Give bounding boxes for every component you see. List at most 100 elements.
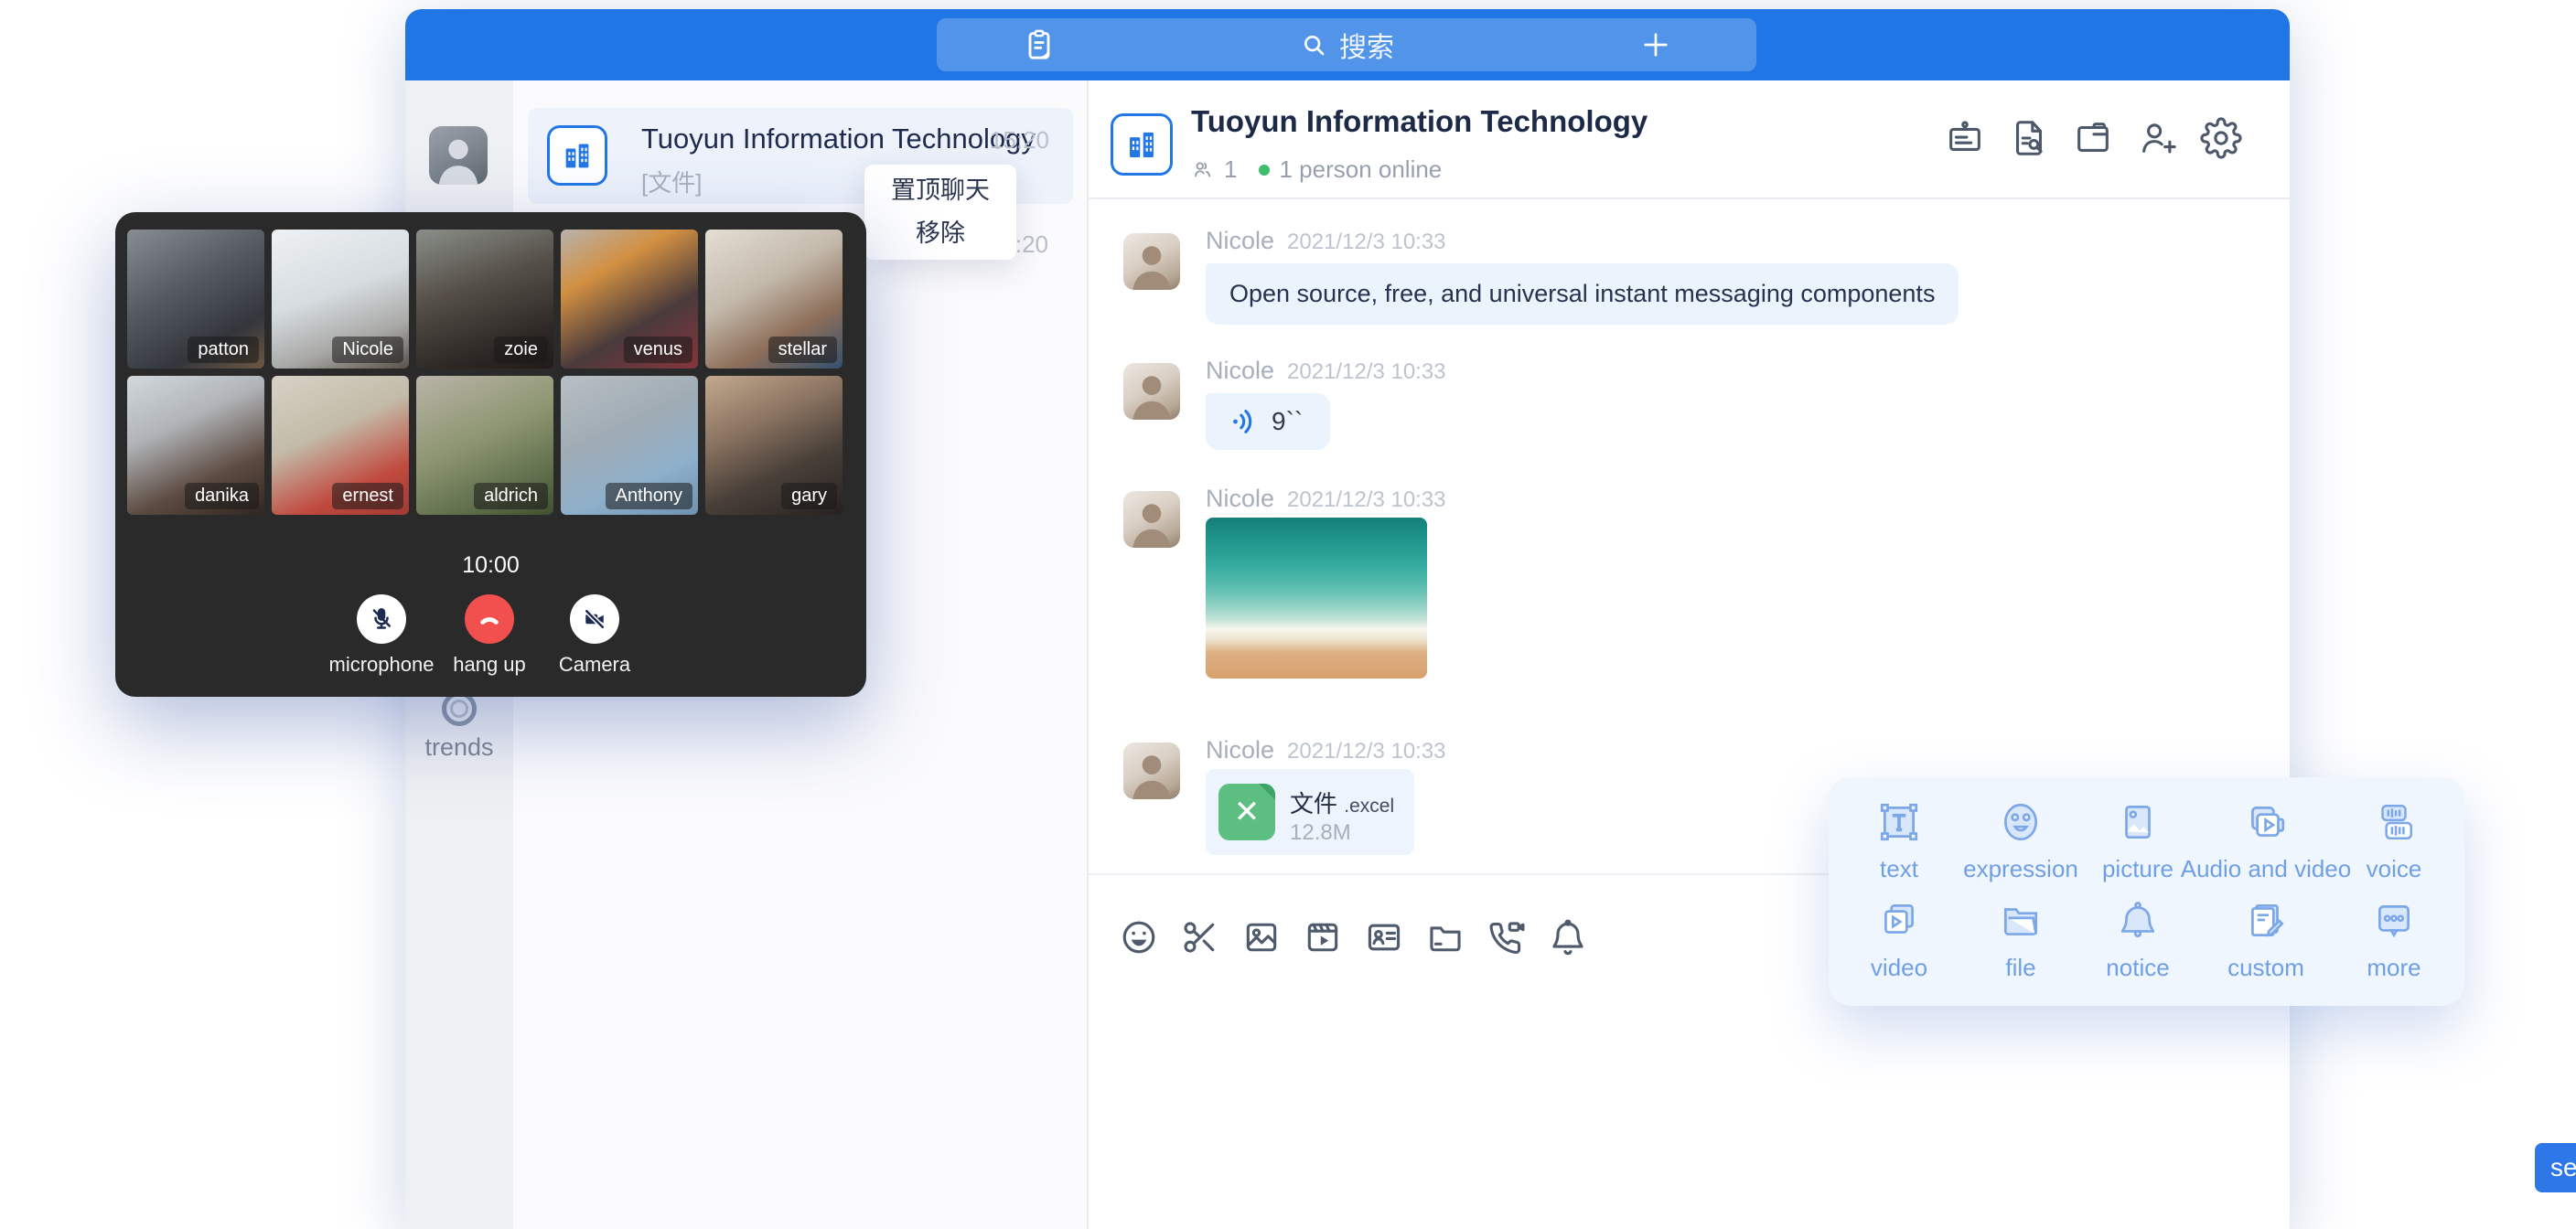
top-bar: 搜索 [405,9,2290,80]
message-time: 2021/12/3 10:33 [1287,359,1446,385]
sender-name: Nicole [1206,485,1274,513]
conversation-title: Tuoyun Information Technology [641,123,1036,155]
conversation-time: 15:20 [990,126,1049,155]
message-type-panel: text expression picture Audio and video [1829,777,2464,1006]
group-file-icon[interactable] [2072,117,2114,159]
folder-icon[interactable] [1425,917,1465,957]
chat-subtitle: 1 1 person online [1191,155,1442,184]
participant-tile: Anthony [561,376,698,515]
message-time: 2021/12/3 10:33 [1287,739,1446,764]
participant-name: ernest [332,483,403,509]
mic-off-icon [368,605,395,633]
participant-name: Anthony [606,483,692,509]
participant-tile: Nicole [272,230,409,369]
search-placeholder: 搜索 [1339,25,1394,65]
participant-name: stellar [768,337,837,363]
file-extension: .excel [1344,796,1394,817]
file-message[interactable]: ✕ 文件 .excel 12.8M [1206,769,1414,855]
message-header: Nicole 2021/12/3 10:33 [1206,736,1446,764]
call-timer: 10:00 [115,552,866,579]
panel-item-more[interactable]: more [2289,898,2499,982]
search-icon [1299,30,1328,59]
picture-icon [2115,799,2161,845]
sender-name: Nicole [1206,227,1274,255]
add-member-icon[interactable] [2136,117,2178,159]
participant-name: aldrich [474,483,548,509]
camera-label: Camera [512,653,677,677]
settings-icon[interactable] [2200,117,2242,159]
participant-tile: venus [561,230,698,369]
sender-name: Nicole [1206,357,1274,385]
file-size: 12.8M [1290,820,1351,846]
participant-tile: gary [705,376,843,515]
voice-play-icon [1228,406,1259,437]
voice-message[interactable]: 9`` [1206,393,1330,450]
members-icon [1191,158,1215,182]
sidebar-item-trends[interactable]: trends [405,691,513,762]
excel-file-icon: ✕ [1218,784,1275,840]
panel-item-voice[interactable]: voice [2289,799,2499,883]
group-avatar [547,125,607,186]
chat-panel: Tuoyun Information Technology 1 1 person… [1089,80,2290,1229]
online-text: 1 person online [1279,155,1442,184]
message-time: 2021/12/3 10:33 [1287,487,1446,513]
emoji-icon[interactable] [1119,917,1159,957]
menu-item-remove[interactable]: 移除 [864,212,1016,255]
sender-avatar[interactable] [1123,491,1180,548]
online-dot [1259,165,1270,176]
participant-grid: patton Nicole zoie venus stellar danika … [127,230,843,515]
chat-history-icon[interactable] [2008,117,2050,159]
menu-item-pin[interactable]: 置顶聊天 [864,169,1016,212]
sender-avatar[interactable] [1123,363,1180,420]
text-message[interactable]: Open source, free, and universal instant… [1206,263,1959,325]
contact-card-icon[interactable] [1364,917,1404,957]
input-toolbar [1119,917,1588,957]
microphone-button[interactable] [357,594,406,644]
camera-button[interactable] [570,594,619,644]
voice-duration: 9`` [1272,407,1303,436]
participant-name: zoie [494,337,548,363]
participant-tile: ernest [272,376,409,515]
send-button[interactable]: sending [2535,1143,2576,1192]
hang-up-button[interactable] [465,594,514,644]
participant-name: Nicole [332,337,403,363]
file-name: 文件 [1290,790,1337,818]
trends-label: trends [405,733,513,762]
add-icon[interactable] [1639,28,1672,61]
screenshot-icon[interactable] [1180,917,1220,957]
image-icon[interactable] [1241,917,1282,957]
participant-tile: stellar [705,230,843,369]
chat-title: Tuoyun Information Technology [1191,104,1648,139]
video-icon[interactable] [1303,917,1343,957]
more-icon [2371,898,2417,944]
sender-name: Nicole [1206,736,1274,764]
sender-avatar[interactable] [1123,743,1180,799]
notification-icon[interactable] [1548,917,1588,957]
member-count: 1 [1224,155,1237,184]
message-time: 2021/12/3 10:33 [1287,230,1446,255]
group-notice-icon[interactable] [1944,117,1986,159]
participant-tile: aldrich [416,376,553,515]
my-avatar[interactable] [429,126,488,185]
participant-name: gary [781,483,837,509]
building-icon [559,137,596,174]
chat-header-avatar [1111,113,1173,176]
participant-name: danika [185,483,259,509]
sender-avatar[interactable] [1123,233,1180,290]
participant-name: venus [624,337,692,363]
conversation-context-menu: 置顶聊天 移除 [864,165,1016,260]
building-icon [1122,125,1161,164]
contact-list-icon[interactable] [1021,27,1057,63]
participant-tile: zoie [416,230,553,369]
message-header: Nicole 2021/12/3 10:33 [1206,485,1446,513]
message-header: Nicole 2021/12/3 10:33 [1206,357,1446,385]
video-call-overlay: patton Nicole zoie venus stellar danika … [115,212,866,697]
custom-icon [2243,898,2289,944]
conversation-preview: [文件] [641,165,702,198]
hang-up-icon [475,604,504,634]
video-call-icon[interactable] [1487,917,1527,957]
image-message[interactable] [1206,518,1427,679]
participant-tile: danika [127,376,264,515]
participant-name: patton [188,337,259,363]
search-input[interactable]: 搜索 [937,18,1756,71]
